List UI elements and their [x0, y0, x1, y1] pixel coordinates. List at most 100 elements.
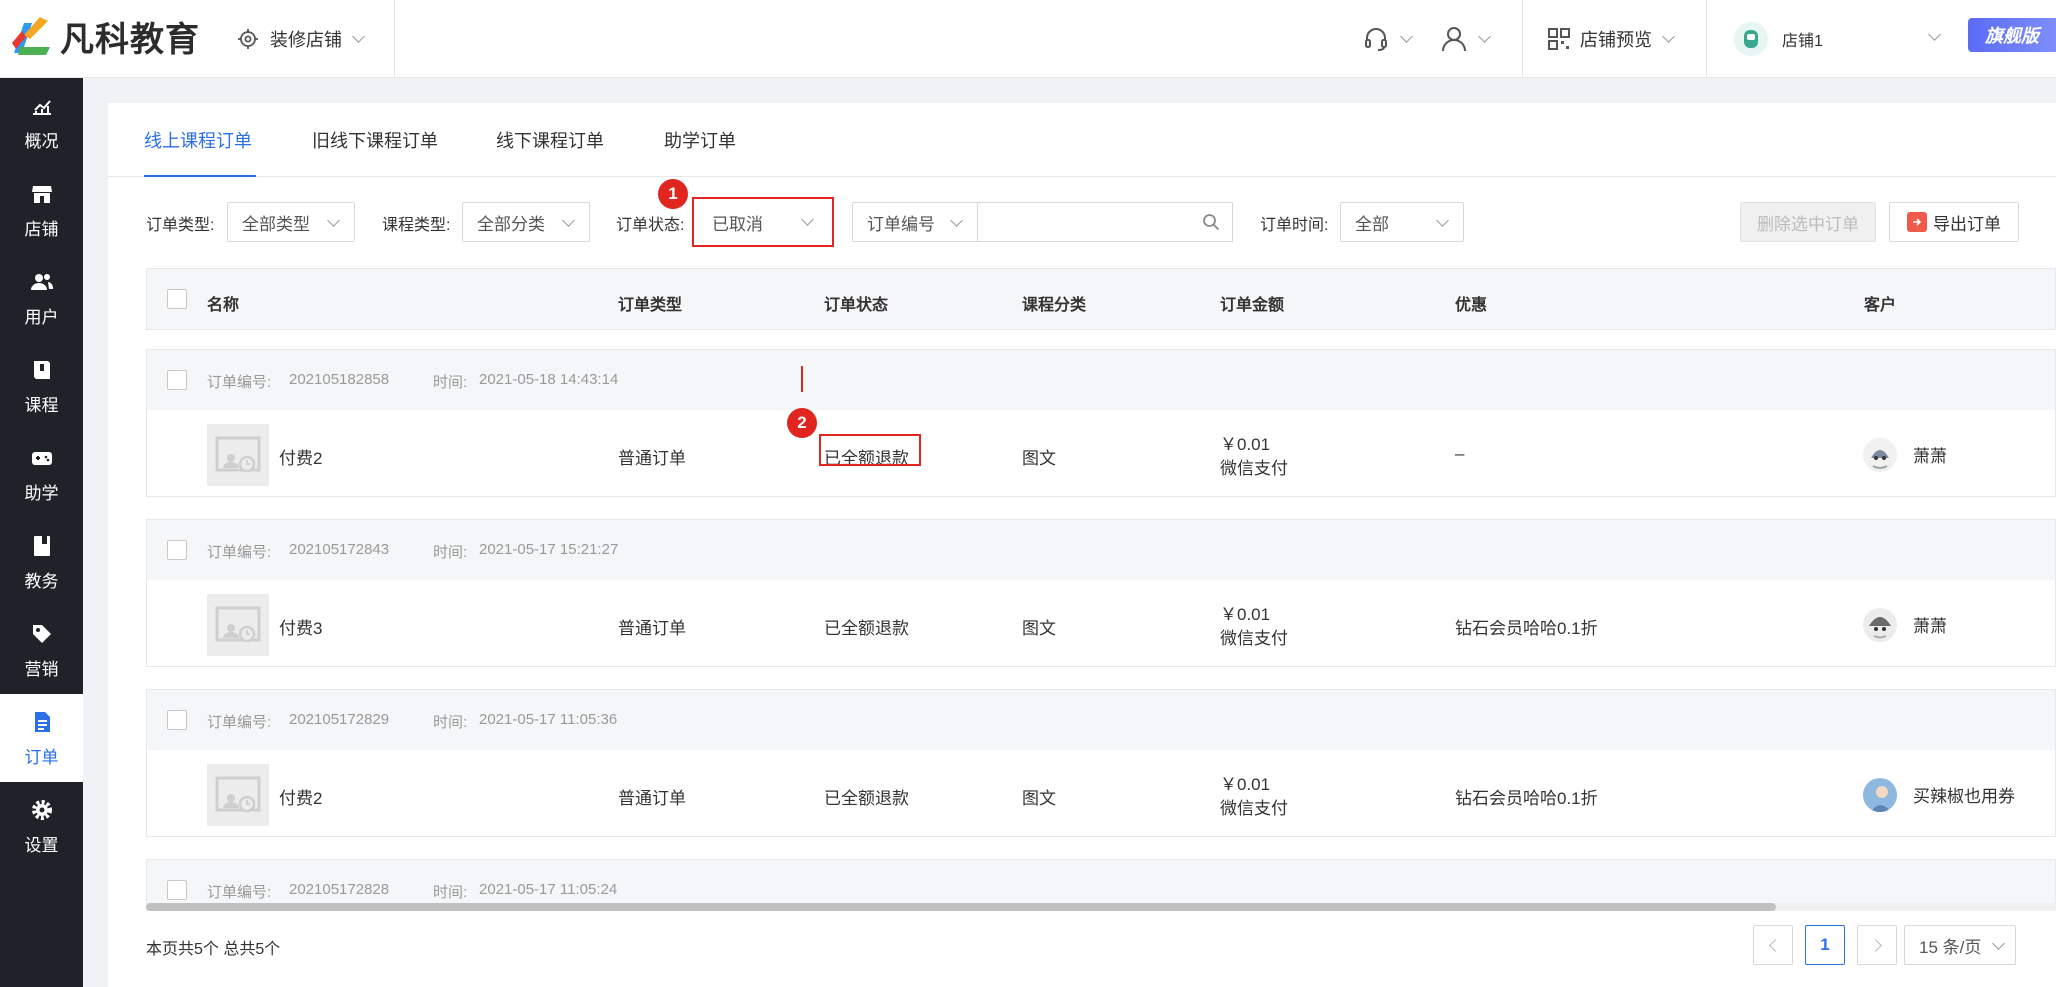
course-name[interactable]: 付费2	[279, 444, 322, 469]
export-label: 导出订单	[1933, 214, 2001, 234]
column-header-order-amount: 订单金额	[1220, 297, 1285, 314]
next-page-button[interactable]	[1857, 925, 1897, 965]
scrollbar-thumb[interactable]	[146, 903, 1776, 911]
export-orders-button[interactable]: 导出订单	[1889, 202, 2019, 242]
column-header-course-category: 课程分类	[1022, 297, 1087, 314]
page-summary: 本页共5个 总共5个	[146, 941, 281, 958]
prev-page-button[interactable]	[1753, 925, 1793, 965]
customer-name[interactable]: 萧萧	[1913, 612, 1947, 637]
order-type: 普通订单	[618, 789, 686, 808]
order-type: 普通订单	[618, 619, 686, 638]
sidebar-item-courses[interactable]: 课程	[0, 342, 83, 430]
document-icon	[29, 709, 55, 735]
order-time-value: 2021-05-17 11:05:36	[479, 711, 618, 728]
sidebar-item-store[interactable]: 店铺	[0, 166, 83, 254]
page-size-value: 15 条/页	[1919, 937, 1982, 957]
brand-logo-icon	[10, 13, 56, 59]
sidebar-item-label: 教务	[24, 571, 59, 591]
search-field-select[interactable]: 订单编号	[852, 202, 978, 242]
store-name: 店铺1	[1782, 33, 1823, 50]
search-icon[interactable]	[1202, 213, 1220, 231]
order-type-label: 订单类型:	[146, 217, 215, 234]
order-row-header: 订单编号: 202105182858 时间: 2021-05-18 14:43:…	[147, 350, 2055, 410]
tag-icon	[29, 621, 55, 647]
store-switcher[interactable]: 店铺1	[1734, 0, 1941, 78]
chevron-down-icon	[1662, 30, 1675, 43]
sidebar-item-label: 课程	[24, 395, 59, 415]
table-row: 订单编号: 202105182858 时间: 2021-05-18 14:43:…	[146, 349, 2056, 497]
row-checkbox[interactable]	[167, 370, 187, 390]
brand-logo[interactable]: 凡科教育	[10, 8, 200, 64]
search-input[interactable]	[978, 202, 1233, 242]
account-menu[interactable]	[1440, 0, 1491, 78]
sidebar-item-marketing[interactable]: 营销	[0, 606, 83, 694]
tab-offline-course-orders[interactable]: 线下课程订单	[496, 127, 604, 177]
order-time-label: 时间:	[433, 544, 468, 561]
tab-online-course-orders[interactable]: 线上课程订单	[144, 127, 256, 177]
course-thumbnail	[207, 764, 269, 826]
gear-icon	[29, 797, 55, 823]
row-checkbox[interactable]	[167, 880, 187, 900]
order-type: 普通订单	[618, 449, 686, 468]
order-type-select[interactable]: 全部类型	[227, 202, 355, 242]
tab-study-assist-orders[interactable]: 助学订单	[664, 127, 736, 177]
course-type-select[interactable]: 全部分类	[462, 202, 590, 242]
order-time-select[interactable]: 全部	[1340, 202, 1464, 242]
sidebar-item-orders[interactable]: 订单	[0, 694, 83, 782]
payment-method: 微信支付	[1220, 459, 1288, 478]
gamepad-icon	[29, 445, 55, 471]
user-icon	[1440, 25, 1468, 53]
chevron-down-icon	[1478, 30, 1491, 43]
customer-avatar	[1863, 438, 1897, 472]
chevron-down-icon	[1436, 214, 1449, 227]
order-time-value: 全部	[1355, 214, 1389, 234]
column-header-order-type: 订单类型	[618, 297, 683, 314]
customer-avatar	[1863, 778, 1897, 812]
chevron-down-icon	[352, 30, 365, 43]
text-cursor	[801, 366, 803, 392]
discount: 钻石会员哈哈0.1折	[1455, 789, 1598, 808]
sidebar-item-academic[interactable]: 教务	[0, 518, 83, 606]
store-preview-menu[interactable]: 店铺预览	[1548, 0, 1675, 78]
chevron-down-icon	[950, 214, 963, 227]
course-category: 图文	[1022, 789, 1056, 808]
headset-icon	[1362, 25, 1390, 53]
order-no-value: 202105182858	[289, 371, 390, 388]
sidebar-item-label: 助学	[24, 483, 59, 503]
select-all-checkbox[interactable]	[167, 289, 187, 309]
order-row-header: 订单编号: 202105172828 时间: 2021-05-17 11:05:…	[147, 860, 2055, 903]
step-marker-1: 1	[658, 179, 688, 209]
delete-selected-button[interactable]: 删除选中订单	[1740, 202, 1876, 242]
customer-name[interactable]: 买辣椒也用券	[1913, 782, 2015, 807]
order-row-header: 订单编号: 202105172843 时间: 2021-05-17 15:21:…	[147, 520, 2055, 580]
table-row: 订单编号: 202105172828 时间: 2021-05-17 11:05:…	[146, 859, 2056, 903]
sidebar-item-label: 店铺	[24, 219, 59, 239]
step-marker-2: 2	[787, 408, 817, 438]
brand-name: 凡科教育	[60, 20, 200, 59]
highlight-box-1	[692, 197, 834, 247]
decorate-store-menu[interactable]: 装修店铺	[236, 0, 365, 78]
column-header-discount: 优惠	[1455, 297, 1488, 314]
sidebar-item-label: 营销	[24, 659, 59, 679]
customer-name[interactable]: 萧萧	[1913, 442, 1947, 467]
page-number-button[interactable]: 1	[1805, 925, 1845, 965]
sidebar-item-users[interactable]: 用户	[0, 254, 83, 342]
main-panel: 线上课程订单 旧线下课程订单 线下课程订单 助学订单 订单类型: 全部类型 课程…	[108, 103, 2056, 987]
divider	[1706, 0, 1707, 78]
page-size-select[interactable]: 15 条/页	[1904, 925, 2016, 965]
order-time-label: 时间:	[433, 714, 468, 731]
table-row: 订单编号: 202105172829 时间: 2021-05-17 11:05:…	[146, 689, 2056, 837]
order-status: 已全额退款	[824, 789, 909, 808]
horizontal-scrollbar[interactable]	[146, 903, 2056, 911]
customer-avatar	[1863, 608, 1897, 642]
course-name[interactable]: 付费3	[279, 614, 322, 639]
row-checkbox[interactable]	[167, 710, 187, 730]
support-menu[interactable]	[1362, 0, 1413, 78]
sidebar-item-study-assist[interactable]: 助学	[0, 430, 83, 518]
course-name[interactable]: 付费2	[279, 784, 322, 809]
sidebar-item-label: 订单	[24, 747, 59, 767]
sidebar-item-settings[interactable]: 设置	[0, 782, 83, 870]
row-checkbox[interactable]	[167, 540, 187, 560]
sidebar-item-overview[interactable]: 概况	[0, 78, 83, 166]
tab-old-offline-course-orders[interactable]: 旧线下课程订单	[312, 127, 438, 177]
